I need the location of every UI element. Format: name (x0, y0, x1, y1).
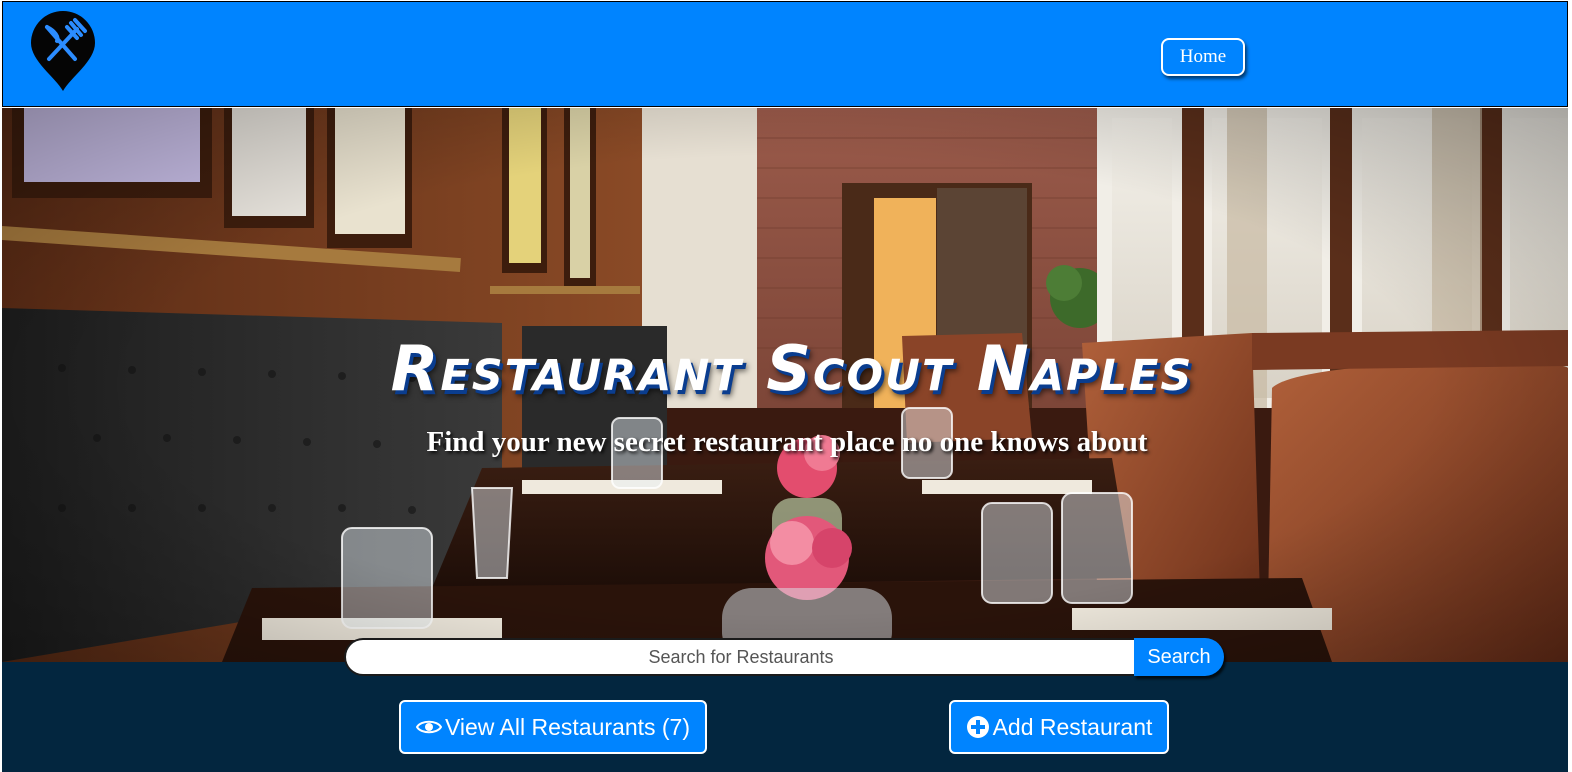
page: Home Restaurant Scout Naples Find your n… (0, 0, 1572, 772)
map-pin-fork-knife-icon[interactable] (29, 11, 97, 93)
eye-icon (415, 718, 442, 736)
search-input[interactable] (344, 638, 1136, 676)
hero-banner: Restaurant Scout Naples Find your new se… (2, 108, 1568, 662)
hero-subtitle: Find your new secret restaurant place no… (426, 426, 1148, 458)
hero-title: Restaurant Scout Naples (390, 332, 1194, 405)
add-restaurant-label: Add Restaurant (992, 713, 1153, 740)
home-nav-button[interactable]: Home (1161, 38, 1245, 76)
search-button[interactable]: Search (1134, 638, 1224, 676)
view-all-restaurants-label: View All Restaurants (7) (444, 713, 690, 740)
action-bar: View All Restaurants (7) Add Restaurant (2, 662, 1568, 772)
view-all-restaurants-button[interactable]: View All Restaurants (7) (399, 700, 707, 754)
add-restaurant-button[interactable]: Add Restaurant (949, 700, 1169, 754)
navbar: Home (2, 1, 1568, 107)
search-bar: Search (344, 638, 1224, 676)
plus-circle-icon (966, 715, 990, 739)
